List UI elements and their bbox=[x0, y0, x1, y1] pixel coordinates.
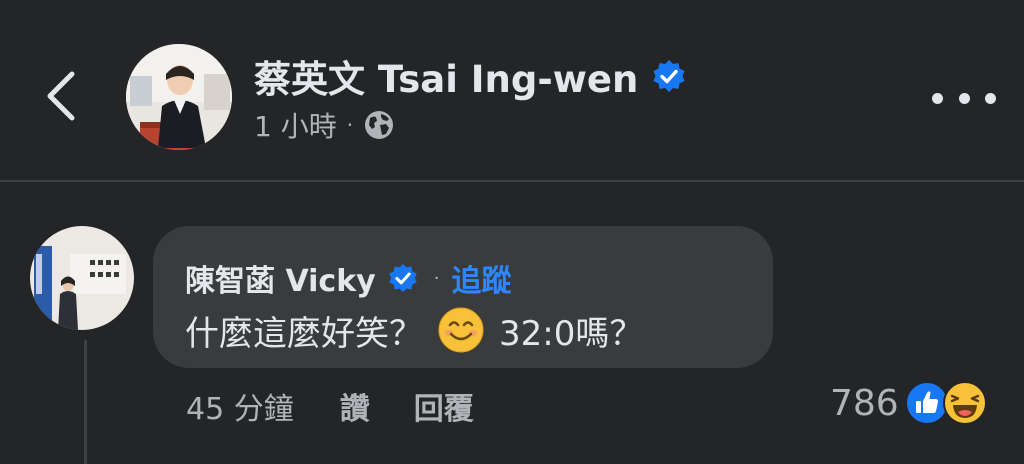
chevron-left-icon bbox=[47, 71, 75, 121]
comment-time[interactable]: 45 分鐘 bbox=[186, 384, 294, 428]
comment-text-part2: 32:0嗎？ bbox=[499, 313, 644, 354]
meta-separator: · bbox=[346, 113, 354, 137]
commenter-row: 陳智菡 Vicky · 追蹤 bbox=[185, 256, 511, 300]
page-name-row: 蔡英文 Tsai Ing-wen bbox=[254, 50, 686, 102]
like-button[interactable]: 讚 bbox=[340, 384, 370, 428]
commenter-name[interactable]: 陳智菡 Vicky bbox=[185, 256, 376, 300]
page-avatar[interactable] bbox=[126, 44, 232, 150]
reaction-count: 786 bbox=[830, 382, 899, 424]
haha-reaction-icon bbox=[942, 381, 987, 425]
post-detail-screen: 蔡英文 Tsai Ing-wen 1 小時 · 陳智菡 Vicky · 追蹤 什… bbox=[0, 0, 1024, 464]
comment-bubble: 陳智菡 Vicky · 追蹤 什麼這麼好笑？ 32:0嗎？ bbox=[153, 226, 773, 368]
follow-button[interactable]: 追蹤 bbox=[451, 256, 511, 300]
page-name[interactable]: 蔡英文 Tsai Ing-wen bbox=[254, 49, 638, 103]
more-dot bbox=[958, 92, 970, 104]
reply-button[interactable]: 回覆 bbox=[414, 384, 474, 428]
reaction-summary[interactable]: 786 bbox=[830, 380, 987, 426]
commenter-avatar[interactable] bbox=[30, 226, 134, 330]
post-timestamp[interactable]: 1 小時 bbox=[254, 105, 337, 145]
back-button[interactable] bbox=[38, 66, 86, 126]
globe-icon bbox=[365, 111, 394, 139]
comment-text: 什麼這麼好笑？ 32:0嗎？ bbox=[185, 306, 643, 354]
verified-badge-icon bbox=[389, 263, 417, 293]
verified-badge-icon bbox=[653, 60, 685, 92]
follow-separator: · bbox=[433, 267, 440, 289]
thread-line bbox=[84, 340, 87, 464]
comment-actions: 45 分鐘 讚 回覆 bbox=[186, 384, 518, 428]
post-header: 蔡英文 Tsai Ing-wen 1 小時 · bbox=[0, 0, 1024, 180]
more-dot bbox=[932, 92, 943, 104]
more-options-button[interactable] bbox=[932, 80, 996, 116]
post-meta: 1 小時 · bbox=[254, 104, 395, 146]
comment-text-part1: 什麼這麼好笑？ bbox=[185, 313, 423, 354]
header-divider bbox=[0, 180, 1024, 182]
more-dot bbox=[985, 92, 996, 104]
smiling-face-emoji-icon bbox=[438, 307, 484, 353]
